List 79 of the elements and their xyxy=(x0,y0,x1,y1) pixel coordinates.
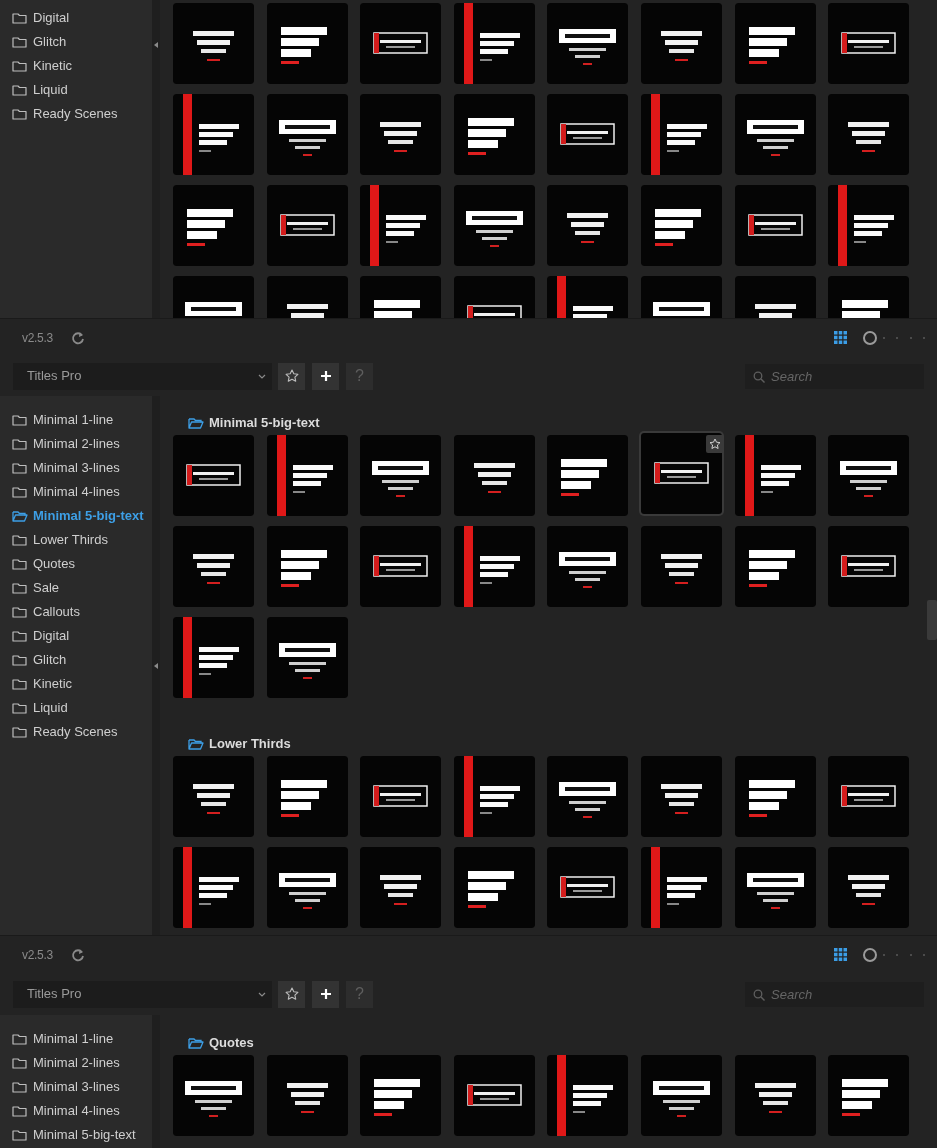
category-item[interactable]: Minimal 5-big-text xyxy=(0,1123,152,1147)
category-item[interactable]: Digital xyxy=(0,624,152,648)
category-item[interactable]: Minimal 3-lines xyxy=(0,456,152,480)
grid-view-icon[interactable] xyxy=(834,948,847,961)
folder-icon xyxy=(12,725,28,739)
library-dropdown[interactable]: Titles Pro xyxy=(13,980,272,1008)
star-icon xyxy=(708,438,721,450)
category-item[interactable]: Callouts xyxy=(0,600,152,624)
library-dropdown[interactable]: Titles Pro xyxy=(13,362,272,390)
folder-icon xyxy=(12,461,28,475)
category-item[interactable]: Liquid xyxy=(0,78,152,102)
collapse-arrow-icon[interactable] xyxy=(154,42,158,48)
folder-icon xyxy=(12,1056,28,1070)
folder-icon xyxy=(12,533,28,547)
search-field[interactable]: Search xyxy=(745,363,924,389)
folder-icon xyxy=(12,1080,28,1094)
folder-icon xyxy=(12,35,28,49)
category-item[interactable]: Glitch xyxy=(0,30,152,54)
open-folder-icon xyxy=(188,416,204,430)
category-item[interactable]: Quotes xyxy=(0,552,152,576)
plus-icon xyxy=(320,371,331,381)
folder-icon xyxy=(12,437,28,451)
category-item[interactable]: Liquid xyxy=(0,696,152,720)
folder-icon xyxy=(12,1128,28,1142)
folder-icon xyxy=(12,557,28,571)
open-folder-icon xyxy=(12,509,28,523)
star-icon xyxy=(284,987,299,1001)
category-item[interactable]: Ready Scenes xyxy=(0,102,152,126)
search-icon xyxy=(753,370,765,383)
category-item[interactable]: Minimal 4-lines xyxy=(0,480,152,504)
category-item[interactable]: Sale xyxy=(0,576,152,600)
folder-icon xyxy=(12,413,28,427)
refresh-icon[interactable] xyxy=(70,330,85,345)
favorite-button[interactable] xyxy=(278,362,305,390)
category-item[interactable]: Minimal 2-lines xyxy=(0,1051,152,1075)
folder-icon xyxy=(12,11,28,25)
section-title: Quotes xyxy=(209,1034,254,1053)
folder-icon xyxy=(12,83,28,97)
folder-icon xyxy=(12,1104,28,1118)
category-item[interactable]: Kinetic xyxy=(0,672,152,696)
grid-view-icon[interactable] xyxy=(834,331,847,344)
category-item[interactable]: Ready Scenes xyxy=(0,720,152,744)
version-label: v2.5.3 xyxy=(22,946,53,964)
collapse-arrow-icon[interactable] xyxy=(154,663,158,669)
folder-icon xyxy=(12,629,28,643)
category-item[interactable]: Kinetic xyxy=(0,54,152,78)
open-folder-icon xyxy=(188,737,204,751)
category-item[interactable]: Minimal 1-line xyxy=(0,408,152,432)
category-item[interactable]: Lower Thirds xyxy=(0,528,152,552)
category-item[interactable]: Minimal 1-line xyxy=(0,1027,152,1051)
category-item[interactable]: Glitch xyxy=(0,648,152,672)
search-icon xyxy=(753,988,765,1001)
folder-icon xyxy=(12,701,28,715)
search-field[interactable]: Search xyxy=(745,981,924,1007)
category-item[interactable]: Minimal 3-lines xyxy=(0,1075,152,1099)
folder-icon xyxy=(12,59,28,73)
chevron-down-icon xyxy=(258,991,266,997)
favorite-button[interactable] xyxy=(278,980,305,1008)
category-item[interactable]: Minimal 4-lines xyxy=(0,1099,152,1123)
add-button[interactable] xyxy=(312,980,339,1008)
folder-icon xyxy=(12,653,28,667)
folder-icon xyxy=(12,485,28,499)
chevron-down-icon xyxy=(258,373,266,379)
category-item[interactable]: Digital xyxy=(0,6,152,30)
version-label: v2.5.3 xyxy=(22,329,53,347)
refresh-icon[interactable] xyxy=(70,947,85,962)
folder-icon xyxy=(12,1032,28,1046)
add-button[interactable] xyxy=(312,362,339,390)
section-title: Lower Thirds xyxy=(209,735,291,754)
folder-icon xyxy=(12,605,28,619)
plus-icon xyxy=(320,989,331,999)
folder-icon xyxy=(12,107,28,121)
category-item[interactable]: Minimal 5-big-text xyxy=(0,504,152,528)
star-icon xyxy=(284,369,299,383)
category-item[interactable]: Minimal 2-lines xyxy=(0,432,152,456)
folder-icon xyxy=(12,581,28,595)
section-title: Minimal 5-big-text xyxy=(209,414,320,433)
folder-icon xyxy=(12,677,28,691)
open-folder-icon xyxy=(188,1036,204,1050)
